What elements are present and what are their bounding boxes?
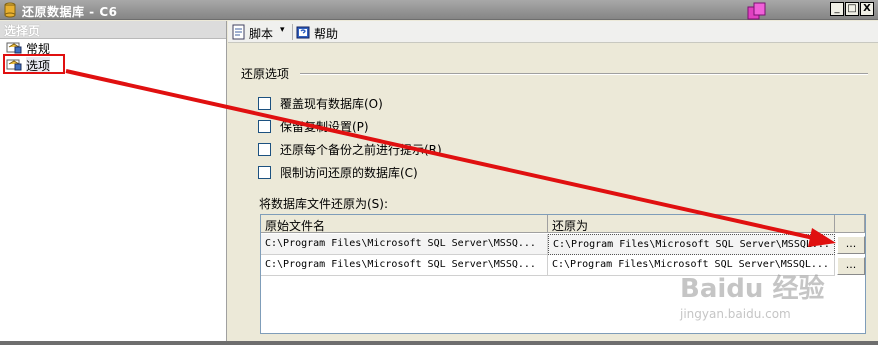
toolbar: 脚本 ▾ 帮助 [228, 21, 878, 43]
browse-button[interactable]: ... [837, 257, 865, 275]
close-button[interactable]: X [860, 2, 874, 16]
chevron-down-icon[interactable]: ▾ [280, 25, 285, 35]
column-header-original[interactable]: 原始文件名 [261, 215, 548, 233]
minimize-button[interactable]: _ [830, 2, 844, 16]
checkbox-label: 限制访问还原的数据库(C) [280, 165, 418, 180]
table-cell-restore-as[interactable]: C:\Program Files\Microsoft SQL Server\MS… [548, 255, 835, 276]
table-cell-restore-as[interactable]: C:\Program Files\Microsoft SQL Server\MS… [548, 234, 835, 255]
page-icon [6, 42, 22, 54]
page-selector-header: 选择页 [0, 21, 226, 39]
restore-files-label: 将数据库文件还原为(S): [259, 197, 389, 211]
table-cell-original[interactable]: C:\Program Files\Microsoft SQL Server\MS… [261, 234, 548, 255]
window-bottom-border [0, 341, 878, 345]
checkbox-label: 覆盖现有数据库(O) [280, 96, 383, 111]
restore-options-group-label: 还原选项 [241, 67, 290, 81]
overwrite-checkbox[interactable] [258, 96, 271, 110]
checkbox-label: 保留复制设置(P) [280, 119, 369, 134]
prompt-before-restore-option[interactable]: 还原每个备份之前进行提示(R) [258, 141, 442, 157]
toolbar-divider [292, 24, 293, 40]
restore-windows-icon[interactable] [747, 2, 767, 20]
prompt-checkbox[interactable] [258, 142, 271, 156]
preserve-replication-option[interactable]: 保留复制设置(P) [258, 118, 369, 134]
overwrite-db-option[interactable]: 覆盖现有数据库(O) [258, 95, 383, 111]
options-page: 脚本 ▾ 帮助 还原选项 覆盖现有数据库(O) 保留复制设置(P) 还原每个备份… [228, 21, 878, 341]
help-button[interactable]: 帮助 [314, 25, 338, 42]
maximize-button[interactable]: □ [845, 2, 859, 16]
column-header-browse [835, 215, 865, 233]
window-title: 还原数据库 - C6 [22, 5, 118, 19]
restrict-access-option[interactable]: 限制访问还原的数据库(C) [258, 164, 418, 180]
script-button[interactable]: 脚本 [249, 25, 273, 42]
restore-files-grid[interactable]: 原始文件名 还原为 C:\Program Files\Microsoft SQL… [260, 214, 866, 334]
title-bar: 还原数据库 - C6 _ □ X [0, 0, 878, 20]
browse-button[interactable]: ... [837, 236, 865, 254]
preserve-replication-checkbox[interactable] [258, 119, 271, 133]
script-icon[interactable] [231, 24, 247, 40]
column-header-restore-as[interactable]: 还原为 [548, 215, 835, 233]
annotation-highlight-box [3, 54, 65, 74]
restrict-access-checkbox[interactable] [258, 165, 271, 179]
checkbox-label: 还原每个备份之前进行提示(R) [280, 142, 442, 157]
database-icon [4, 2, 16, 18]
table-cell-original[interactable]: C:\Program Files\Microsoft SQL Server\MS… [261, 255, 548, 276]
group-divider [300, 73, 868, 75]
help-icon[interactable] [296, 24, 312, 40]
